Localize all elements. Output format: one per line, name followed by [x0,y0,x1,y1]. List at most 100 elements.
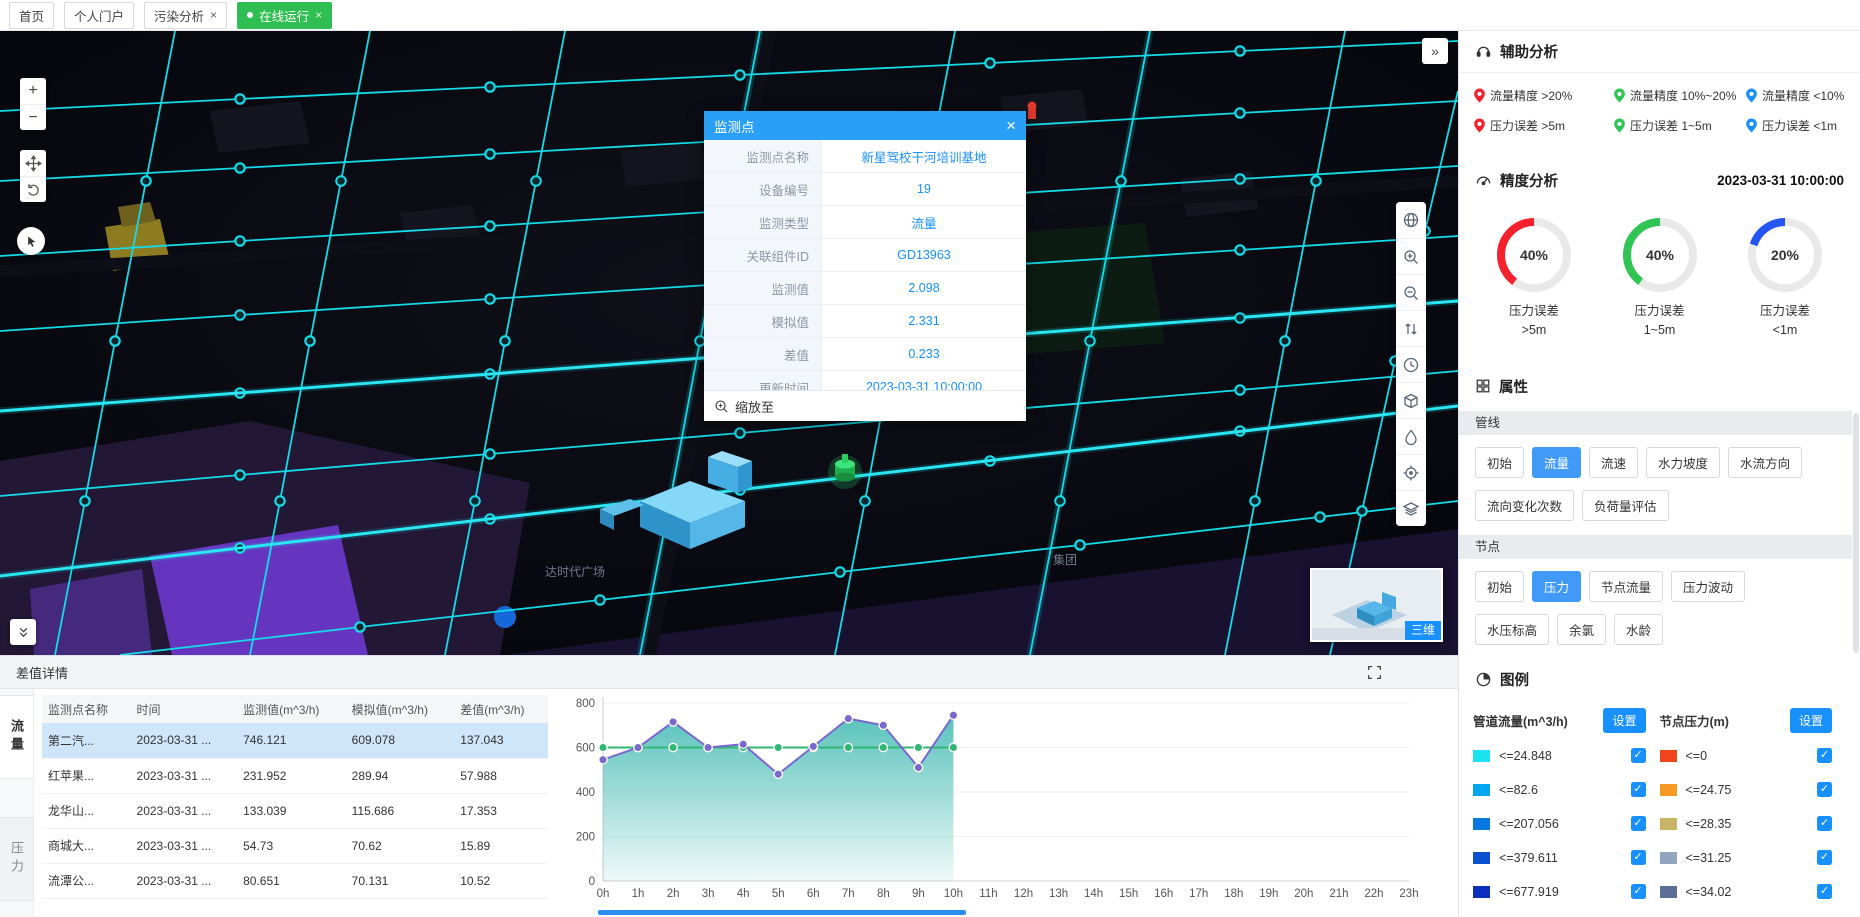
collapse-bottom-panel-button[interactable] [10,619,36,645]
checkbox-checked[interactable]: ✓ [1817,816,1832,831]
pin-legend-label: 压力误差 >5m [1490,117,1565,134]
legend-columns: 管道流量(m^3/h)设置<=24.848✓<=82.6✓<=207.056✓<… [1459,690,1860,917]
pointer-button[interactable] [17,227,45,255]
attr-button[interactable]: 压力 [1532,571,1581,602]
popup-row: 设备编号19 [704,173,1026,206]
alert-marker[interactable] [1028,102,1037,120]
zoom-in-button[interactable]: + [20,78,46,104]
table-cell: 流潭公... [42,863,131,898]
table-row[interactable]: 流潭公...2023-03-31 ...80.65170.13110.52 [42,863,548,898]
history-button[interactable] [1396,346,1426,382]
map-zoom-out-button[interactable] [1396,274,1426,310]
attr-button[interactable]: 水压标高 [1475,614,1549,645]
attribute-button-row: 初始压力节点流量压力波动 [1459,559,1860,602]
legend-item: <=28.35✓ [1660,807,1847,841]
checkbox-checked[interactable]: ✓ [1631,884,1646,899]
attributes-icon [1475,378,1491,394]
map-zoom-in-button[interactable] [1396,238,1426,274]
svg-text:0: 0 [589,876,595,888]
attr-button[interactable]: 节点流量 [1589,571,1663,602]
droplet-button[interactable] [1396,418,1426,454]
checkbox-checked[interactable]: ✓ [1817,884,1832,899]
legend-section-header: 图例 [1459,645,1860,690]
attr-button[interactable]: 初始 [1475,447,1524,478]
checkbox-checked[interactable]: ✓ [1631,748,1646,763]
popup-row-value: GD13963 [822,239,1026,271]
svg-text:12h: 12h [1014,888,1033,900]
settings-button[interactable]: 设置 [1603,708,1645,733]
checkbox-checked[interactable]: ✓ [1631,782,1646,797]
svg-text:6h: 6h [807,888,820,900]
zoom-out-button[interactable]: − [20,104,46,130]
checkbox-checked[interactable]: ✓ [1817,748,1832,763]
swap-view-button[interactable] [1396,310,1426,346]
attr-button[interactable]: 初始 [1475,571,1524,602]
tab-item-0[interactable]: 首页 [9,2,54,29]
minimap-mode-tag[interactable]: 三维 [1405,621,1441,640]
locate-icon [1402,464,1420,482]
fullscreen-icon [1367,665,1382,680]
map-view[interactable]: 达时代广场 集团 + − [0,31,1458,655]
attr-button[interactable]: 水力坡度 [1646,447,1720,478]
attr-button[interactable]: 压力波动 [1671,571,1745,602]
svg-text:40%: 40% [1520,247,1549,263]
tab-item-2[interactable]: 污染分析× [144,2,227,29]
legend-item: <=0✓ [1660,739,1847,773]
svg-text:22h: 22h [1364,888,1383,900]
accuracy-gauge: 40% 压力误差>5m [1481,213,1587,340]
fullscreen-button[interactable] [1367,665,1382,680]
table-row[interactable]: 红苹果...2023-03-31 ...231.952289.9457.988 [42,758,548,793]
locate-button[interactable] [1396,454,1426,490]
close-icon[interactable]: × [1006,117,1016,134]
attr-button[interactable]: 流速 [1589,447,1638,478]
attr-button[interactable]: 水流方向 [1728,447,1802,478]
svg-text:200: 200 [576,832,595,844]
layers-icon [1402,500,1420,518]
bottom-tab-1[interactable]: 压力 [0,817,34,901]
table-cell: 115.686 [346,793,455,828]
collapse-sidebar-button[interactable]: » [1422,38,1448,64]
table-row[interactable]: 商城大...2023-03-31 ...54.7370.6215.89 [42,828,548,863]
popup-row: 更新时间2023-03-31 10:00:00 [704,371,1026,390]
settings-button[interactable]: 设置 [1790,708,1832,733]
pan-button[interactable] [20,150,46,176]
attr-button[interactable]: 负荷量评估 [1582,490,1669,521]
close-icon[interactable]: × [210,9,217,21]
double-chevron-down-icon [16,625,31,640]
layers-button[interactable] [1396,490,1426,526]
table-row[interactable]: 第二汽...2023-03-31 ...746.121609.078137.04… [42,723,548,758]
checkbox-checked[interactable]: ✓ [1817,850,1832,865]
table-cell: 2023-03-31 ... [131,723,238,758]
checkbox-checked[interactable]: ✓ [1817,782,1832,797]
svg-text:800: 800 [576,698,595,710]
attr-button[interactable]: 流量 [1532,447,1581,478]
bottom-tab-0[interactable]: 流量 [0,695,34,779]
diff-detail-panel: 差值详情 流量压力 监测点名称时间监测值(m^3/h)模拟值(m^3/h)差值(… [0,655,1458,917]
rotate-button[interactable] [20,176,46,202]
gauge-label: 压力误差>5m [1481,302,1587,340]
checkbox-checked[interactable]: ✓ [1631,850,1646,865]
attr-button[interactable]: 流向变化次数 [1475,490,1574,521]
color-swatch [1660,818,1677,830]
table-row[interactable]: 龙华山...2023-03-31 ...133.039115.68617.353 [42,793,548,828]
attr-button[interactable]: 余氯 [1557,614,1606,645]
chart-scrollbar[interactable] [598,910,966,915]
cube-button[interactable] [1396,382,1426,418]
panel-body: 流量压力 监测点名称时间监测值(m^3/h)模拟值(m^3/h)差值(m^3/h… [0,689,1458,917]
sidebar-scrollbar[interactable] [1853,413,1859,653]
close-icon[interactable]: × [315,9,322,21]
pin-legend-label: 流量精度 10%~20% [1630,87,1736,104]
attr-button[interactable]: 水龄 [1614,614,1663,645]
tab-item-3[interactable]: 在线运行× [237,2,332,29]
zoom-to-action[interactable]: 缩放至 [704,390,1026,421]
popup-row-value[interactable]: 新星驾校干河培训基地 [822,140,1026,172]
checkbox-checked[interactable]: ✓ [1631,816,1646,831]
globe-button[interactable] [1396,202,1426,238]
group-bar: 管线 [1459,411,1852,435]
minimap[interactable]: 三维 [1310,568,1443,642]
attribute-button-row: 水压标高余氯水龄 [1459,602,1860,645]
legend-column: 管道流量(m^3/h)设置<=24.848✓<=82.6✓<=207.056✓<… [1473,690,1660,917]
color-swatch [1660,886,1677,898]
popup-row-label: 差值 [704,338,822,370]
tab-item-1[interactable]: 个人门户 [64,2,134,29]
